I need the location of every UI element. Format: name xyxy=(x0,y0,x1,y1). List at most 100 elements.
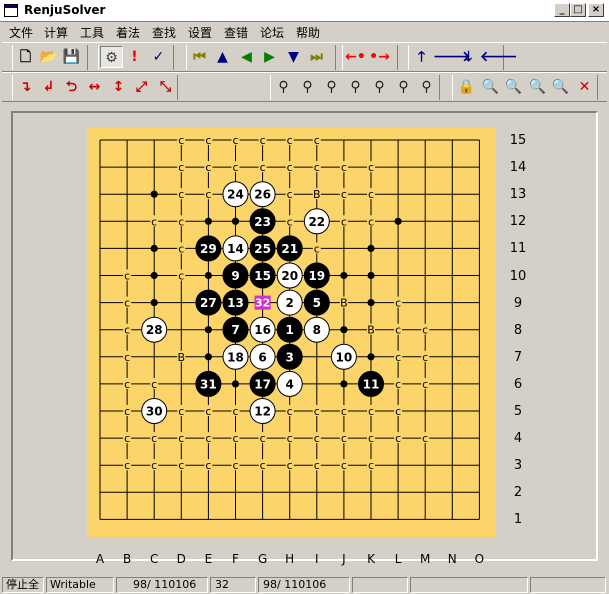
menu-forum[interactable]: 论坛 xyxy=(260,24,284,41)
board-dot-mark xyxy=(204,326,212,334)
status-bar: 停止全 Writable 98/ 110106 32 98/ 110106 xyxy=(0,575,609,594)
row-label: 4 xyxy=(513,431,523,447)
zoom-in-blue-button[interactable]: 🔍 xyxy=(549,76,572,98)
board-letter-mark: c xyxy=(314,459,320,472)
forward-triangle-icon: ▶ xyxy=(264,49,275,65)
shift-up-button[interactable]: 🡑 xyxy=(410,46,433,68)
board-letter-mark: c xyxy=(205,161,211,174)
shift-right-button[interactable]: 🡒 xyxy=(433,46,471,68)
board-letter-mark: c xyxy=(205,459,211,472)
board-dot-mark xyxy=(394,217,402,225)
toolbar-transform: ↴ ↲ ⮌ ↔ ↕ ⤢ ⤡ ⚲ ⚲ ⚲ ⚲ ⚲ ⚲ ⚲ 🔒 🔍 🔍 🔍 🔍 ✕ xyxy=(2,72,607,102)
board-letter-mark: c xyxy=(124,432,130,445)
board-letter-mark: c xyxy=(314,242,320,255)
board-letter-mark: c xyxy=(368,405,374,418)
board-letter-mark: c xyxy=(151,215,157,228)
exclamation-button[interactable]: ! xyxy=(123,46,146,68)
solve-button[interactable]: ⚙ xyxy=(100,46,123,68)
save-disk-button[interactable]: 💾 xyxy=(60,46,83,68)
zoom-blue-button[interactable]: 🔍 xyxy=(526,76,549,98)
board-letter-mark: c xyxy=(422,324,428,337)
check-icon: ✓ xyxy=(152,49,165,65)
rotate-left-button[interactable]: ↲ xyxy=(37,76,60,98)
menu-find[interactable]: 查找 xyxy=(152,24,176,41)
up-triangle-button[interactable]: ▲ xyxy=(211,46,234,68)
back-triangle-button[interactable]: ◀ xyxy=(235,46,258,68)
board-letter-mark: c xyxy=(178,188,184,201)
search-binoculars-button[interactable]: ⚲ xyxy=(415,76,438,98)
rotate-right-icon: ↴ xyxy=(19,79,32,95)
stone-number: 6 xyxy=(258,350,266,364)
menu-help[interactable]: 帮助 xyxy=(296,24,320,41)
board-letter-mark: c xyxy=(422,432,428,445)
open-folder-button[interactable]: 📂 xyxy=(37,46,60,68)
menu-file[interactable]: 文件 xyxy=(9,24,33,41)
board-dot-mark xyxy=(150,190,158,198)
menu-tools[interactable]: 工具 xyxy=(80,24,104,41)
close-button[interactable]: × xyxy=(588,3,604,17)
mirror-antidiagonal-button[interactable]: ⤡ xyxy=(154,76,177,98)
menu-compute[interactable]: 计算 xyxy=(44,24,68,41)
column-label: C xyxy=(149,552,159,566)
board-letter-mark: c xyxy=(287,405,293,418)
board-canvas[interactable]: c c c c c c c c c c c c c c c c c Bc c c c c c c c c c c c Bc c Bc c c Bc c… xyxy=(87,128,496,537)
forward-triangle-button[interactable]: ▶ xyxy=(258,46,281,68)
stone-number: 14 xyxy=(227,242,244,256)
stone-number: 29 xyxy=(200,242,217,256)
first-move-button[interactable]: ⏮ xyxy=(188,46,211,68)
move-left-button[interactable]: ←• xyxy=(344,46,367,68)
row-label: 2 xyxy=(513,485,523,501)
zoom-red-button[interactable]: 🔍 xyxy=(479,76,502,98)
lock-button[interactable]: 🔒 xyxy=(455,76,478,98)
maximize-button[interactable]: □ xyxy=(570,3,586,17)
stone-number: 28 xyxy=(146,323,163,337)
column-label: F xyxy=(232,552,239,566)
search-binoculars-button[interactable]: ⚲ xyxy=(320,76,343,98)
board-letter-mark: c xyxy=(260,432,266,445)
new-file-button[interactable]: 🗋 xyxy=(14,46,37,68)
menu-moves[interactable]: 着法 xyxy=(116,24,140,41)
stone-number: 27 xyxy=(200,296,217,310)
search-binoculars-button[interactable]: ⚲ xyxy=(272,76,295,98)
stone-number: 24 xyxy=(227,188,244,202)
down-triangle-button[interactable]: ▼ xyxy=(282,46,305,68)
board-letter-mark: c xyxy=(341,432,347,445)
zoom-out-red-button[interactable]: 🔍 xyxy=(502,76,525,98)
search-binoculars-icon: ⚲ xyxy=(302,79,313,95)
menu-bar: 文件 计算 工具 着法 查找 设置 查错 论坛 帮助 xyxy=(0,22,609,42)
board-letter-mark: c xyxy=(178,432,184,445)
search-binoculars-button[interactable]: ⚲ xyxy=(392,76,415,98)
search-binoculars-button[interactable]: ⚲ xyxy=(296,76,319,98)
renju-board[interactable]: c c c c c c c c c c c c c c c c c Bc c c c c c c c c c c c Bc c Bc c c Bc c… xyxy=(87,128,496,537)
close-red-button[interactable]: ✕ xyxy=(573,76,596,98)
rotate-right-button[interactable]: ↴ xyxy=(14,76,37,98)
mirror-horizontal-button[interactable]: ↔ xyxy=(83,76,106,98)
mirror-diagonal-button[interactable]: ⤢ xyxy=(130,76,153,98)
menu-check-errors[interactable]: 查错 xyxy=(224,24,248,41)
check-button[interactable]: ✓ xyxy=(147,46,170,68)
row-label: 14 xyxy=(509,160,527,176)
menu-settings[interactable]: 设置 xyxy=(188,24,212,41)
search-binoculars-button[interactable]: ⚲ xyxy=(344,76,367,98)
mirror-vertical-button[interactable]: ↕ xyxy=(107,76,130,98)
save-disk-icon: 💾 xyxy=(62,49,81,65)
shift-down-icon: 🡓 xyxy=(464,49,473,65)
search-binoculars-button[interactable]: ⚲ xyxy=(368,76,391,98)
move-right-button[interactable]: •→ xyxy=(368,46,391,68)
shift-up-icon: 🡑 xyxy=(417,49,426,65)
status-writable: Writable xyxy=(46,577,114,593)
column-label: N xyxy=(447,552,457,566)
title-bar: RenjuSolver _ □ × xyxy=(0,0,609,22)
board-letter-mark: c xyxy=(178,270,184,283)
flip-vertical-button[interactable]: ⮌ xyxy=(60,76,83,98)
move-right-icon: •→ xyxy=(369,49,390,65)
last-move-button[interactable]: ⏭ xyxy=(305,46,328,68)
minimize-button[interactable]: _ xyxy=(554,3,570,17)
window-title: RenjuSolver xyxy=(24,3,106,17)
shift-left-button[interactable]: 🡐 xyxy=(480,46,518,68)
search-binoculars-icon: ⚲ xyxy=(374,79,385,95)
board-letter-mark: c xyxy=(314,134,320,147)
board-dot-mark xyxy=(367,353,375,361)
shift-down-button[interactable]: 🡓 xyxy=(457,46,480,68)
mirror-vertical-icon: ↕ xyxy=(112,79,125,95)
